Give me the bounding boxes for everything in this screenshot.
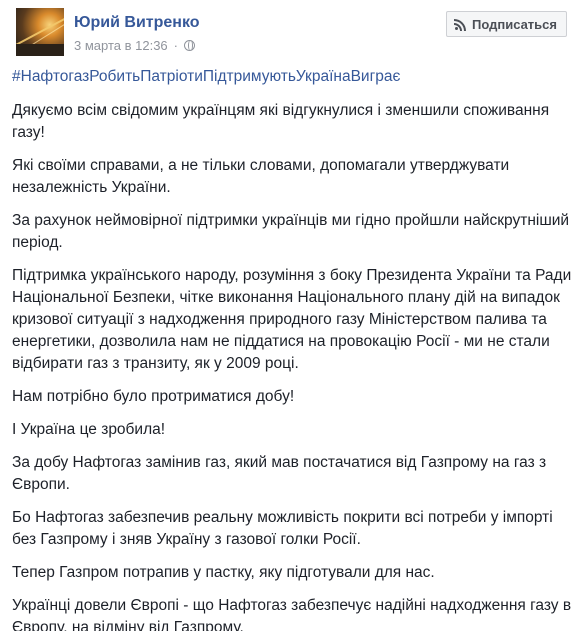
facebook-post: Юрий Витренко 3 марта в 12:36 · Подписат… xyxy=(0,0,585,631)
post-paragraph: За добу Нафтогаз замінив газ, який мав п… xyxy=(12,454,547,493)
author-avatar[interactable] xyxy=(16,8,64,56)
post-body: #НафтогазРобитьПатріотиПідтримуютьУкраїн… xyxy=(8,62,577,631)
post-paragraph: Дякуємо всім свідомим українцям які відг… xyxy=(12,102,550,141)
post-paragraph: Підтримка українського народу, розуміння… xyxy=(12,267,572,372)
post-hashtag[interactable]: #НафтогазРобитьПатріотиПідтримуютьУкраїн… xyxy=(12,66,573,88)
post-paragraph: Які своїми справами, а не тільки словами… xyxy=(12,157,510,196)
rss-icon xyxy=(453,18,466,31)
post-paragraph: Бо Нафтогаз забезпечив реальну можливіст… xyxy=(12,509,553,548)
post-paragraph: Українці довели Європі - що Нафтогаз заб… xyxy=(12,597,572,631)
author-name[interactable]: Юрий Витренко xyxy=(74,14,200,32)
post-paragraph: І Україна це зробила! xyxy=(12,421,166,438)
subscribe-button-label: Подписаться xyxy=(471,16,557,32)
globe-icon[interactable] xyxy=(184,40,195,51)
subscribe-button[interactable]: Подписаться xyxy=(445,11,567,37)
post-date[interactable]: 3 марта в 12:36 xyxy=(74,38,168,53)
post-paragraph: Тепер Газпром потрапив у пастку, яку під… xyxy=(12,564,435,581)
meta-separator: · xyxy=(173,38,178,53)
post-paragraph: Нам потрібно було протриматися добу! xyxy=(12,388,295,405)
post-meta: 3 марта в 12:36 · xyxy=(74,38,195,53)
post-header: Юрий Витренко 3 марта в 12:36 · Подписат… xyxy=(8,0,577,62)
post-paragraph: За рахунок неймовірної підтримки українц… xyxy=(12,212,570,251)
